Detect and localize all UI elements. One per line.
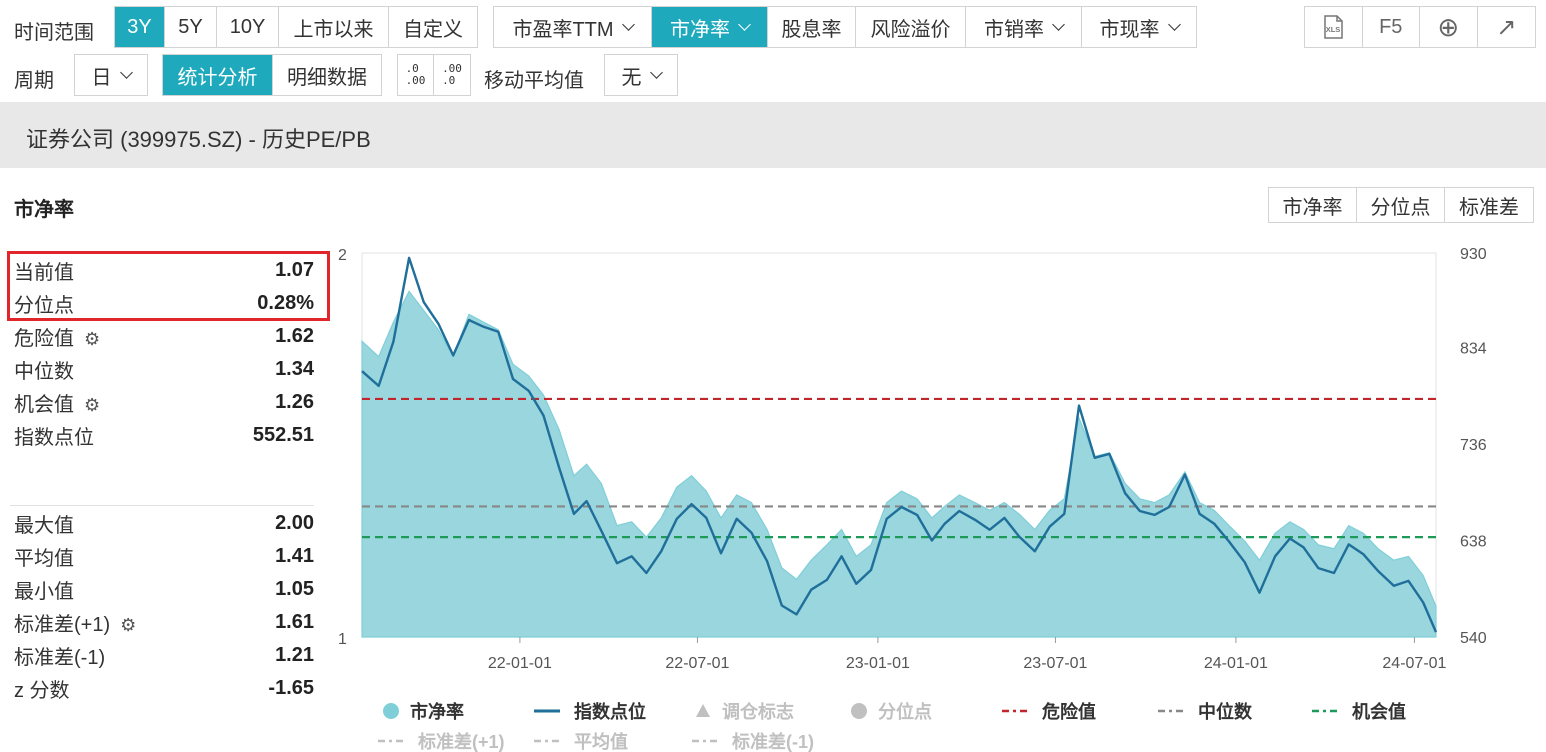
legend-item[interactable]: 危险值	[1002, 698, 1096, 724]
x-tick-label: 24-07-01	[1382, 655, 1446, 672]
legend-label: 调仓标志	[722, 702, 794, 722]
legend-item[interactable]: 指数点位	[534, 698, 646, 724]
legend-item[interactable]: 市净率	[382, 698, 464, 724]
y-left-tick-label: 2	[338, 247, 347, 264]
legend-line-icon	[534, 709, 560, 713]
x-tick-label: 23-01-01	[846, 655, 910, 672]
legend-label: 市净率	[410, 702, 464, 722]
legend-dot-icon	[851, 703, 867, 719]
legend-label: 指数点位	[574, 702, 646, 722]
legend-dash-icon	[378, 739, 404, 743]
pb-area	[361, 290, 1437, 638]
legend-label: 平均值	[574, 732, 628, 752]
y-right-tick-label: 540	[1460, 630, 1487, 647]
legend-dash-icon	[1312, 709, 1338, 713]
legend-dash-icon	[1158, 709, 1184, 713]
y-right-tick-label: 736	[1460, 437, 1487, 454]
legend-item[interactable]: 调仓标志	[694, 698, 794, 724]
pb-history-chart: 2 1 930 834 736 638 540 22-01-01 22-07-01 23-01-0…	[338, 246, 1487, 672]
y-left-tick-label: 1	[338, 631, 347, 648]
x-tick-label: 22-01-01	[488, 655, 552, 672]
legend-dot-icon	[383, 703, 399, 719]
legend-label: 标准差(-1)	[732, 732, 814, 752]
legend-dash-icon	[1002, 709, 1028, 713]
legend-item[interactable]: 平均值	[534, 728, 628, 752]
x-tick-label: 24-01-01	[1204, 655, 1268, 672]
y-right-tick-label: 834	[1460, 341, 1487, 358]
legend-item[interactable]: 中位数	[1158, 698, 1252, 724]
legend-item[interactable]: 机会值	[1312, 698, 1406, 724]
legend-label: 标准差(+1)	[418, 732, 505, 752]
legend-label: 中位数	[1198, 702, 1252, 722]
legend-item[interactable]: 标准差(+1)	[378, 728, 505, 752]
legend-triangle-icon	[696, 704, 710, 717]
legend-label: 危险值	[1042, 702, 1096, 722]
legend-item[interactable]: 分位点	[850, 698, 932, 724]
x-tick-label: 23-07-01	[1023, 655, 1087, 672]
legend-label: 机会值	[1352, 702, 1406, 722]
legend-label: 分位点	[878, 702, 932, 722]
x-tick-label: 22-07-01	[665, 655, 729, 672]
y-right-tick-label: 638	[1460, 534, 1487, 551]
legend-dash-icon	[692, 739, 718, 743]
y-right-tick-label: 930	[1460, 246, 1487, 263]
legend-item[interactable]: 标准差(-1)	[692, 728, 814, 752]
legend-dash-icon	[534, 739, 560, 743]
